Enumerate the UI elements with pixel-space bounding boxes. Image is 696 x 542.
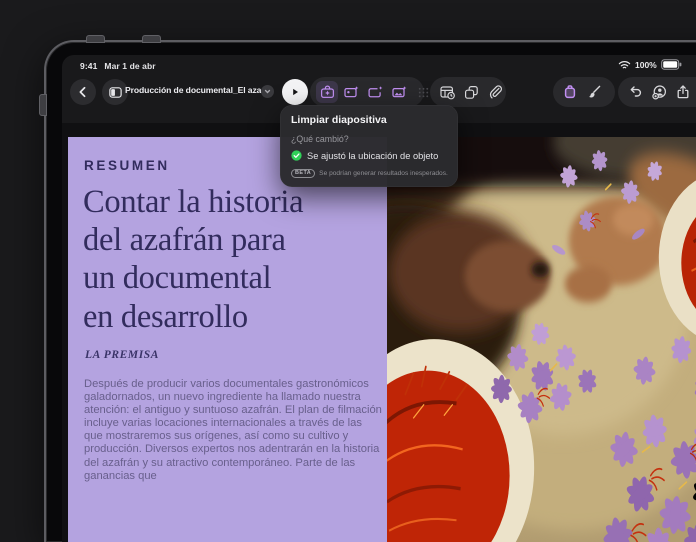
volume-down-button (142, 35, 161, 43)
slide-body-text[interactable]: Después de producir varios documentales … (84, 378, 383, 483)
insert-group (430, 77, 506, 107)
slide-text-panel: RESUMEN Contar la historia del azafrán p… (68, 137, 387, 542)
new-slide-sparkle-button[interactable] (364, 81, 386, 103)
document-title[interactable]: Producción de documental_El aza... (125, 85, 263, 95)
beta-badge: BETA (291, 169, 316, 178)
draw-tools-group (553, 77, 615, 107)
paintbrush-button[interactable] (583, 81, 605, 103)
play-icon (293, 88, 298, 96)
top-button (39, 94, 47, 116)
share-button[interactable] (672, 81, 694, 103)
slide-navigator-icon (108, 86, 122, 98)
chevron-left-icon (79, 86, 86, 98)
chart-table-button[interactable] (436, 81, 458, 103)
popover-change: Se ajustó la ubicación de objeto (307, 150, 439, 161)
actions-group: … (618, 77, 696, 107)
ai-tools-group (310, 77, 428, 107)
title-disclosure-button[interactable] (261, 85, 274, 98)
slide-kicker[interactable]: LA PREMISA (85, 349, 159, 361)
clean-slide-popover: Limpiar diapositiva ¿Qué cambió? Se ajus… (280, 105, 458, 187)
popover-question: ¿Qué cambió? (291, 134, 349, 144)
back-button[interactable] (70, 79, 96, 105)
slide-title[interactable]: Contar la historia del azafrán para un d… (83, 183, 304, 336)
green-check-icon (291, 150, 302, 161)
attach-button[interactable] (484, 81, 506, 103)
image-sparkle-button[interactable] (388, 81, 410, 103)
chevron-down-icon (264, 89, 271, 94)
shapes-button[interactable] (460, 81, 482, 103)
play-button[interactable] (282, 79, 308, 105)
slide-eyebrow[interactable]: RESUMEN (84, 158, 170, 173)
tool-case-button[interactable] (559, 81, 581, 103)
collaborate-button[interactable] (648, 81, 670, 103)
ipad-device: 9:41 Mar 1 de abr 100% Producción de doc… (39, 35, 696, 542)
ipad-screen: 9:41 Mar 1 de abr 100% Producción de doc… (62, 55, 696, 542)
undo-button[interactable] (624, 81, 646, 103)
clean-slide-button[interactable] (340, 81, 362, 103)
saffron-photo[interactable] (387, 137, 696, 542)
volume-up-button (86, 35, 105, 43)
beta-note: Se podrían generar resultados inesperado… (319, 170, 448, 177)
slide[interactable]: RESUMEN Contar la historia del azafrán p… (68, 137, 696, 542)
popover-title: Limpiar diapositiva (291, 114, 387, 126)
magic-toolbox-button[interactable] (316, 81, 338, 103)
saffron-photo-art (387, 137, 696, 542)
